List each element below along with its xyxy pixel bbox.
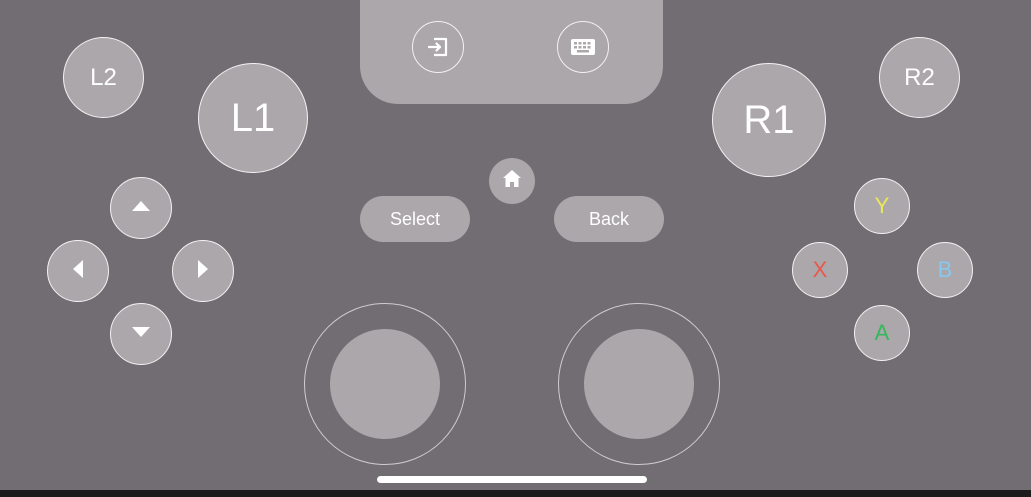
right-joystick-knob[interactable] [584,329,694,439]
x-label: X [812,257,828,282]
r2-button[interactable]: R2 [879,37,960,118]
left-joystick-knob[interactable] [330,329,440,439]
home-indicator-bar[interactable] [377,476,647,483]
arrow-left-icon [72,259,84,284]
keyboard-icon [569,36,597,58]
l2-button[interactable]: L2 [63,37,144,118]
x-button[interactable]: X [792,242,848,298]
dpad-right-button[interactable] [172,240,234,302]
back-label: Back [588,208,630,229]
r2-label: R2 [904,63,935,91]
select-button[interactable]: Select [360,196,470,242]
gamepad-screen: L2 L1 R1 R2 Select Back Y X B A [0,0,1031,497]
l2-label: L2 [90,63,117,91]
dpad-up-button[interactable] [110,177,172,239]
b-label: B [937,257,953,282]
a-button[interactable]: A [854,305,910,361]
home-button[interactable] [489,158,535,204]
arrow-down-icon [131,325,151,343]
back-button[interactable]: Back [554,196,664,242]
y-button[interactable]: Y [854,178,910,234]
top-toolbar [360,0,663,104]
r1-button[interactable]: R1 [712,63,826,177]
r1-label: R1 [743,97,795,142]
l1-label: L1 [230,95,276,140]
y-label: Y [874,193,890,218]
keyboard-button[interactable] [557,21,609,73]
exit-icon [425,34,451,60]
b-button[interactable]: B [917,242,973,298]
select-label: Select [389,208,441,229]
dpad-down-button[interactable] [110,303,172,365]
home-icon [500,167,524,196]
dpad-left-button[interactable] [47,240,109,302]
bottom-edge [0,490,1031,497]
exit-button[interactable] [412,21,464,73]
l1-button[interactable]: L1 [198,63,308,173]
arrow-right-icon [197,259,209,284]
a-label: A [874,320,890,345]
arrow-up-icon [131,199,151,217]
